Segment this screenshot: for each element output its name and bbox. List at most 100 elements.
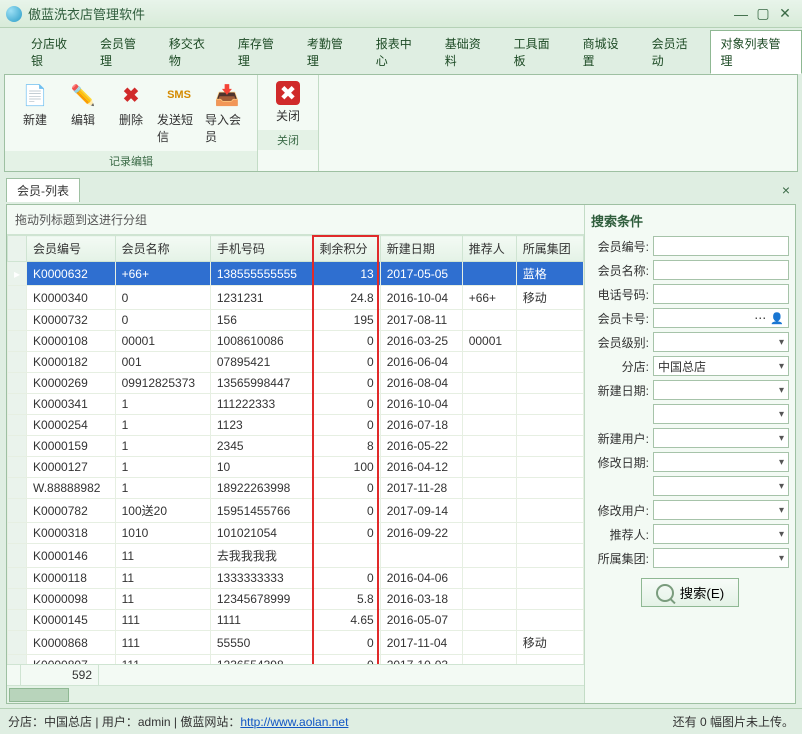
cell: 101021054 <box>210 523 313 544</box>
document-tab[interactable]: 会员-列表 <box>6 178 80 202</box>
table-row[interactable]: K000009811123456789995.82016-03-18 <box>8 589 584 610</box>
table-row[interactable]: K0000318101010102105402016-09-22 <box>8 523 584 544</box>
menu-item[interactable]: 分店收银 <box>20 30 89 74</box>
search-field[interactable]: ⋯👤 <box>653 308 789 328</box>
column-header[interactable]: 会员编号 <box>27 236 116 262</box>
menu-item[interactable]: 考勤管理 <box>296 30 365 74</box>
search-field[interactable] <box>653 476 789 496</box>
menu-item[interactable]: 会员活动 <box>641 30 710 74</box>
search-title: 搜索条件 <box>591 211 789 230</box>
menu-item[interactable]: 商城设置 <box>572 30 641 74</box>
search-field[interactable] <box>653 404 789 424</box>
search-field[interactable] <box>653 524 789 544</box>
cell: 1231231 <box>210 286 313 310</box>
new-button[interactable]: 📄新建 <box>11 79 59 147</box>
menu-item[interactable]: 基础资料 <box>434 30 503 74</box>
cell <box>462 436 516 457</box>
table-row[interactable]: K000014611去我我我我 <box>8 544 584 568</box>
workspace: 拖动列标题到这进行分组 会员编号会员名称手机号码剩余积分新建日期推荐人所属集团▸… <box>6 204 796 704</box>
search-field[interactable] <box>653 236 789 256</box>
close-window-button[interactable]: ✕ <box>774 6 796 22</box>
delete-button[interactable]: ✖删除 <box>107 79 155 147</box>
cell: 1008610086 <box>210 331 313 352</box>
menu-item[interactable]: 工具面板 <box>503 30 572 74</box>
cell: 2017-09-14 <box>380 499 462 523</box>
status-site-link[interactable]: http://www.aolan.net <box>240 715 348 729</box>
field-label: 会员级别: <box>591 334 653 351</box>
sms-button[interactable]: SMS发送短信 <box>155 79 203 147</box>
menu-item[interactable]: 报表中心 <box>365 30 434 74</box>
search-field[interactable] <box>653 380 789 400</box>
cell: 1 <box>115 478 210 499</box>
import-button[interactable]: 📥导入会员 <box>203 79 251 147</box>
new-label: 新建 <box>23 111 47 128</box>
table-row[interactable]: K00001820010789542102016-06-04 <box>8 352 584 373</box>
search-field[interactable] <box>653 548 789 568</box>
search-field[interactable] <box>653 332 789 352</box>
cell: 2017-11-28 <box>380 478 462 499</box>
document-tab-close-icon[interactable]: × <box>776 182 796 198</box>
group-by-hint: 拖动列标题到这进行分组 <box>7 205 584 235</box>
column-header[interactable]: 会员名称 <box>115 236 210 262</box>
status-user-label: 用户： <box>102 713 138 730</box>
cell: 138555555555 <box>210 262 313 286</box>
table-row[interactable]: K00002541112302016-07-18 <box>8 415 584 436</box>
table-row[interactable]: K00001271101002016-04-12 <box>8 457 584 478</box>
table-row[interactable]: K000014511111114.652016-05-07 <box>8 610 584 631</box>
table-row[interactable]: K00001591234582016-05-22 <box>8 436 584 457</box>
search-field[interactable]: 中国总店 <box>653 356 789 376</box>
table-row[interactable]: ▸K0000632+66+138555555555132017-05-05蓝格 <box>8 262 584 286</box>
search-field[interactable] <box>653 500 789 520</box>
cell: 11 <box>115 544 210 568</box>
cell: K0000145 <box>27 610 116 631</box>
minimize-button[interactable]: — <box>730 6 752 22</box>
table-row[interactable]: K00003400123123124.82016-10-04+66+移动 <box>8 286 584 310</box>
grid-scroll[interactable]: 会员编号会员名称手机号码剩余积分新建日期推荐人所属集团▸K0000632+66+… <box>7 235 584 664</box>
table-row[interactable]: K00008681115555002017-11-04移动 <box>8 631 584 655</box>
menu-item[interactable]: 对象列表管理 <box>710 30 802 74</box>
search-button[interactable]: 搜索(E) <box>641 578 739 607</box>
user-icon[interactable]: 👤 <box>770 312 784 325</box>
menu-item[interactable]: 会员管理 <box>89 30 158 74</box>
menu-item[interactable]: 移交衣物 <box>158 30 227 74</box>
cell: K0000732 <box>27 310 116 331</box>
search-field[interactable] <box>653 260 789 280</box>
column-header[interactable]: 剩余积分 <box>313 236 380 262</box>
cell: 55550 <box>210 631 313 655</box>
app-icon <box>6 6 22 22</box>
table-row[interactable]: K00008071111236554398…02017-10-03 <box>8 655 584 665</box>
ellipsis-icon[interactable]: ⋯ <box>754 311 766 325</box>
column-header[interactable]: 手机号码 <box>210 236 313 262</box>
column-header[interactable]: 新建日期 <box>380 236 462 262</box>
column-header[interactable]: 推荐人 <box>462 236 516 262</box>
table-row[interactable]: W.8888898211892226399802017-11-28 <box>8 478 584 499</box>
menu-item[interactable]: 库存管理 <box>227 30 296 74</box>
close-button[interactable]: ✖关闭 <box>264 79 312 126</box>
cell: K0000807 <box>27 655 116 665</box>
table-row[interactable]: K000010800001100861008602016-03-2500001 <box>8 331 584 352</box>
import-label: 导入会员 <box>205 111 249 145</box>
table-row[interactable]: K0000269099128253731356599844702016-08-0… <box>8 373 584 394</box>
ribbon: 📄新建✏️编辑✖删除SMS发送短信📥导入会员记录编辑✖关闭关闭 <box>4 74 798 172</box>
horizontal-scrollbar[interactable] <box>7 685 584 703</box>
cell: 2016-05-22 <box>380 436 462 457</box>
menubar: 分店收银会员管理移交衣物库存管理考勤管理报表中心基础资料工具面板商城设置会员活动… <box>0 28 802 74</box>
search-field[interactable] <box>653 452 789 472</box>
cell: 0 <box>313 499 380 523</box>
cell: W.88888982 <box>27 478 116 499</box>
search-field[interactable] <box>653 284 789 304</box>
cell <box>462 394 516 415</box>
member-grid: 会员编号会员名称手机号码剩余积分新建日期推荐人所属集团▸K0000632+66+… <box>7 235 584 664</box>
search-field[interactable] <box>653 428 789 448</box>
maximize-button[interactable]: ▢ <box>752 6 774 22</box>
table-row[interactable]: K000073201561952017-08-11 <box>8 310 584 331</box>
column-header[interactable]: 所属集团 <box>516 236 583 262</box>
cell: K0000782 <box>27 499 116 523</box>
field-label: 分店: <box>591 358 653 375</box>
cell: 13565998447 <box>210 373 313 394</box>
table-row[interactable]: K0000341111122233302016-10-04 <box>8 394 584 415</box>
table-row[interactable]: K000011811133333333302016-04-06 <box>8 568 584 589</box>
table-row[interactable]: K0000782100送201595145576602017-09-14 <box>8 499 584 523</box>
cell: 0 <box>313 394 380 415</box>
edit-button[interactable]: ✏️编辑 <box>59 79 107 147</box>
